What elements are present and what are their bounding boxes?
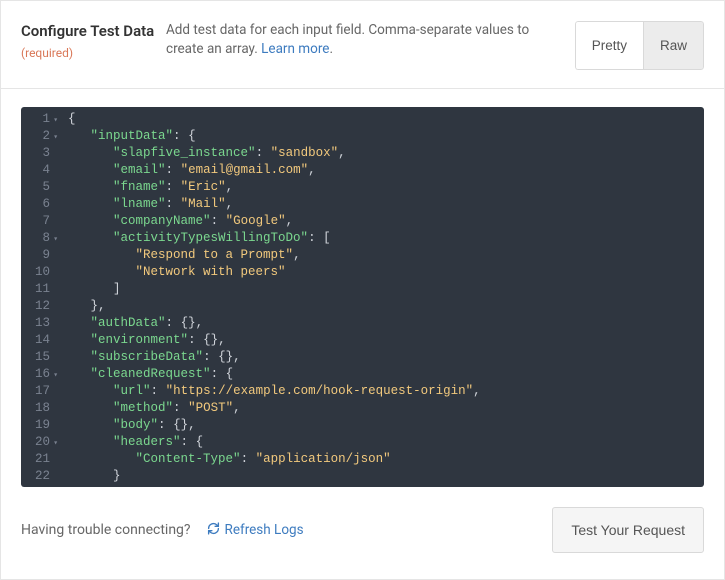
section-header: Configure Test Data (required) Add test … [1,1,724,89]
view-toggle: Pretty Raw [575,21,704,70]
footer: Having trouble connecting? Refresh Logs … [1,495,724,571]
fold-marker-icon[interactable]: ▾ [53,129,58,146]
code-editor[interactable]: 1▾2▾345678▾910111213141516▾17181920▾2122… [21,107,704,487]
header-desc-text: Add test data for each input field. Comm… [166,22,529,57]
raw-tab[interactable]: Raw [643,21,704,70]
editor-container: 1▾2▾345678▾910111213141516▾17181920▾2122… [1,89,724,495]
fold-marker-icon[interactable]: ▾ [53,112,58,129]
test-request-button[interactable]: Test Your Request [552,507,704,553]
editor-scroll[interactable]: 1▾2▾345678▾910111213141516▾17181920▾2122… [21,107,704,487]
line-number-gutter: 1▾2▾345678▾910111213141516▾17181920▾2122 [21,107,58,487]
refresh-logs-link[interactable]: Refresh Logs [207,522,304,539]
header-title-block: Configure Test Data (required) [21,21,166,61]
header-description: Add test data for each input field. Comm… [166,21,575,59]
required-label: (required) [21,46,73,60]
learn-more-link[interactable]: Learn more [261,41,329,57]
header-title: Configure Test Data [21,22,154,40]
fold-marker-icon[interactable]: ▾ [53,435,58,452]
refresh-logs-label: Refresh Logs [225,522,304,538]
code-content[interactable]: { "inputData": { "slapfive_instance": "s… [58,107,704,487]
refresh-icon [207,522,220,539]
fold-marker-icon[interactable]: ▾ [53,231,58,248]
pretty-tab[interactable]: Pretty [575,21,643,70]
fold-marker-icon[interactable]: ▾ [53,367,58,384]
trouble-text: Having trouble connecting? [21,522,191,538]
